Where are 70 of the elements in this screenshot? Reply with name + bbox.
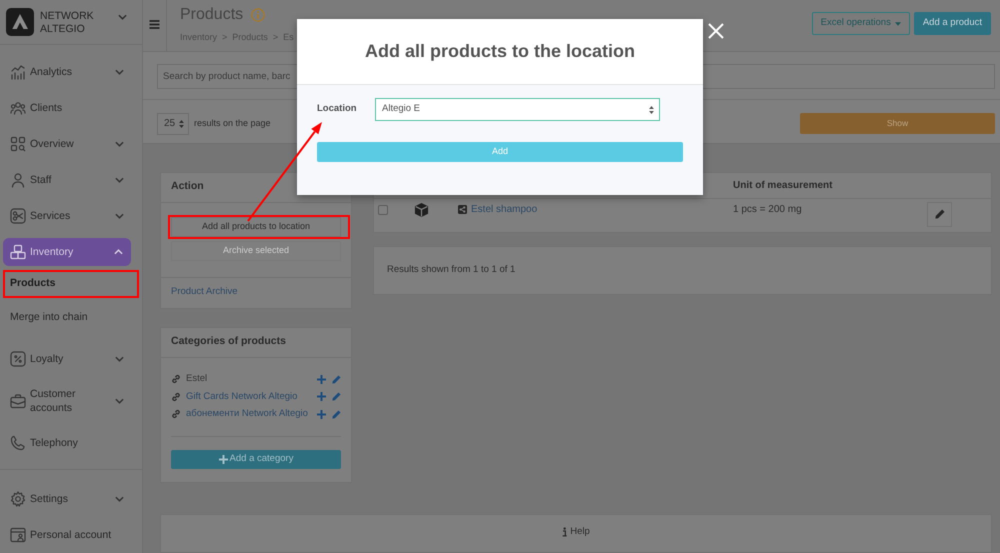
link-icon — [171, 392, 181, 402]
archive-link[interactable]: Product Archive — [171, 286, 238, 299]
edit-button[interactable] — [927, 202, 952, 227]
show-button[interactable]: Show — [800, 113, 995, 134]
field-label: Location — [317, 103, 358, 116]
brand-name: NETWORK ALTEGIO — [40, 10, 95, 36]
grid-icon — [10, 136, 26, 152]
sidebar-item[interactable]: Telephony — [0, 425, 142, 461]
results-summary: Results shown from 1 to 1 of 1 — [387, 264, 516, 276]
settings-icon — [10, 491, 26, 507]
boxes-icon — [10, 244, 26, 260]
percent-icon — [10, 351, 26, 367]
plus-icon[interactable] — [317, 392, 326, 402]
menu-icon[interactable] — [149, 20, 160, 29]
plus-icon — [218, 455, 228, 464]
cube-icon — [414, 202, 429, 218]
add-button[interactable]: Add — [317, 142, 683, 162]
product-link[interactable]: Estel shampoo — [471, 204, 538, 216]
sidebar-item[interactable]: Clients — [0, 90, 142, 126]
link-icon — [171, 374, 181, 384]
plus-icon[interactable] — [317, 374, 326, 384]
sidebar-item[interactable]: Loyalty — [0, 341, 142, 377]
column-header: Unit of measurement — [733, 180, 832, 191]
caret-icon — [894, 22, 901, 26]
sidebar-item[interactable]: Inventory — [3, 238, 131, 266]
card-title: Categories of products — [171, 335, 286, 349]
briefcase-icon — [10, 393, 26, 409]
sidebar-item[interactable]: Settings — [0, 481, 142, 517]
sidebar-item[interactable]: Customer accounts — [0, 377, 142, 425]
sidebar-item[interactable]: Analytics — [0, 54, 142, 90]
chart-icon — [10, 64, 26, 80]
card-title: Action — [171, 180, 204, 194]
submenu-item[interactable]: Products — [5, 272, 137, 296]
category-link[interactable]: Gift Cards Network Altegio — [186, 390, 311, 404]
add-category-button[interactable]: Add a category — [171, 450, 341, 470]
breadcrumb-separator: > — [222, 31, 228, 43]
link-icon — [171, 409, 181, 420]
action-button[interactable]: Add all products to location — [171, 216, 341, 237]
breadcrumb-separator: > — [272, 31, 278, 43]
help-link[interactable]: Help — [562, 526, 590, 538]
table-cell: 1 pcs = 200 mg — [733, 204, 802, 215]
add-product-button[interactable]: Add a product — [914, 12, 991, 35]
logo-icon — [6, 8, 34, 36]
sidebar-item[interactable]: Staff — [0, 162, 142, 198]
category-link[interactable]: Estel — [186, 373, 311, 386]
checkbox[interactable] — [378, 204, 388, 215]
sidebar-item[interactable]: Services — [0, 198, 142, 234]
info-icon — [562, 527, 568, 538]
select-arrows-icon — [649, 106, 654, 114]
close-icon[interactable] — [708, 23, 724, 39]
submenu-item[interactable]: Merge into chain — [0, 301, 142, 335]
phone-icon — [10, 435, 26, 451]
share-icon — [458, 205, 467, 214]
select-arrows-icon — [179, 120, 184, 128]
page-title: Products — [180, 5, 244, 25]
dropdown-button[interactable]: Excel operations — [812, 12, 910, 35]
plus-icon[interactable] — [317, 410, 326, 419]
sidebar-item[interactable]: Overview — [0, 126, 142, 162]
location-select[interactable]: Altegio E — [375, 98, 660, 121]
id-card-icon — [10, 527, 26, 543]
category-link[interactable]: абонементи Network Altegio — [186, 408, 311, 421]
dialog-title: Add all products to the location — [365, 40, 635, 63]
person-icon — [10, 172, 26, 188]
page-size-label: results on the page — [194, 118, 271, 130]
pencil-icon — [934, 209, 944, 220]
people-icon — [10, 100, 26, 116]
sidebar-item[interactable]: Personal account — [0, 517, 142, 553]
scissors-icon — [10, 208, 26, 224]
chevron-down-icon — [118, 14, 127, 20]
page-size-select[interactable]: 25 — [157, 112, 189, 135]
